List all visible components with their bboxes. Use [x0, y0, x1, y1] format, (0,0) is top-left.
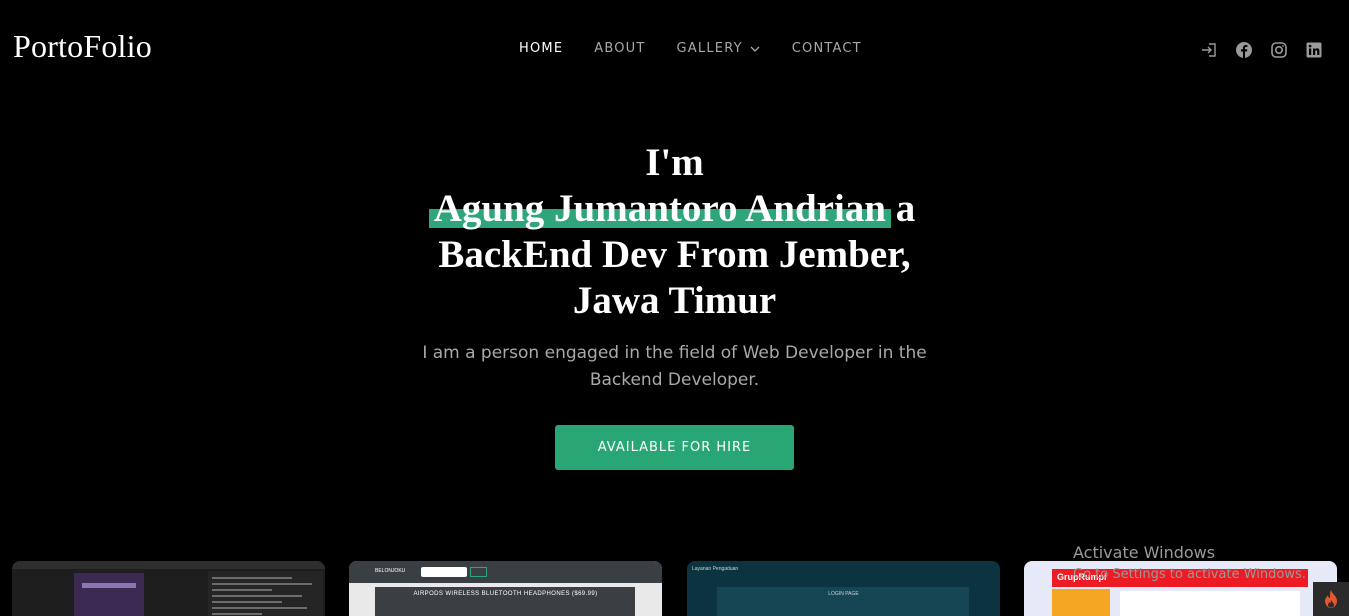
card-thumbnail-login: LOGIN PAGE	[828, 591, 859, 597]
hero-section: I'm Agung Jumantoro Andrian a BackEnd De…	[0, 140, 1349, 470]
card-thumbnail-content	[1120, 591, 1300, 616]
flame-icon	[1325, 590, 1337, 608]
hero-line-location: Jawa Timur	[572, 279, 777, 322]
card-thumbnail-code	[208, 571, 323, 616]
nav-gallery[interactable]: GALLERY	[677, 41, 761, 56]
activate-windows-title: Activate Windows	[1073, 543, 1216, 562]
hero-heading: I'm Agung Jumantoro Andrian a BackEnd De…	[0, 140, 1349, 324]
nav-home-label: HOME	[519, 41, 564, 56]
hero-subtitle: I am a person engaged in the field of We…	[422, 343, 927, 390]
gallery-card-1[interactable]	[12, 561, 325, 616]
floating-action-button[interactable]	[1313, 582, 1349, 616]
card-thumbnail-button	[470, 567, 487, 577]
card-thumbnail-strip	[82, 583, 136, 588]
instagram-icon[interactable]	[1270, 41, 1288, 59]
facebook-icon[interactable]	[1235, 41, 1253, 59]
social-links	[1200, 41, 1323, 59]
nav-contact[interactable]: CONTACT	[792, 41, 862, 56]
hero-line-name: Agung Jumantoro Andrian a	[0, 186, 1349, 232]
hero-line-intro: I'm	[645, 141, 704, 184]
linkedin-icon[interactable]	[1305, 41, 1323, 59]
hero-line-role: BackEnd Dev From Jember,	[438, 233, 911, 276]
nav-contact-label: CONTACT	[791, 41, 862, 56]
nav-gallery-label: GALLERY	[676, 41, 743, 56]
nav-about-label: ABOUT	[594, 41, 646, 56]
activate-windows-subtitle: Go to Settings to activate Windows.	[1073, 567, 1306, 582]
site-logo[interactable]: PortoFolio	[13, 28, 152, 65]
chevron-down-icon	[750, 46, 760, 52]
card-thumbnail-title: AIRPODS WIRELESS BLUETOOTH HEADPHONES ($…	[413, 591, 598, 597]
nav-about[interactable]: ABOUT	[594, 41, 645, 56]
gallery-card-2[interactable]: BELONJOKU AIRPODS WIRELESS BLUETOOTH HEA…	[349, 561, 662, 616]
card-thumbnail-brand: BELONJOKU	[375, 568, 406, 574]
name-highlight: Agung Jumantoro Andrian	[428, 187, 892, 230]
card-thumbnail-bar	[12, 561, 325, 569]
card-thumbnail-window	[74, 573, 144, 616]
main-nav: HOME ABOUT GALLERY CONTACT	[519, 41, 893, 56]
login-icon[interactable]	[1200, 41, 1218, 59]
card-thumbnail-sidebar	[1052, 589, 1110, 616]
gallery-card-3[interactable]: Layanan Pengaduan LOGIN PAGE	[687, 561, 1000, 616]
hire-button[interactable]: AVAILABLE FOR HIRE	[555, 425, 794, 470]
nav-home[interactable]: HOME	[519, 41, 563, 56]
card-thumbnail-title: Layanan Pengaduan	[692, 566, 739, 572]
card-thumbnail-search	[421, 567, 467, 577]
